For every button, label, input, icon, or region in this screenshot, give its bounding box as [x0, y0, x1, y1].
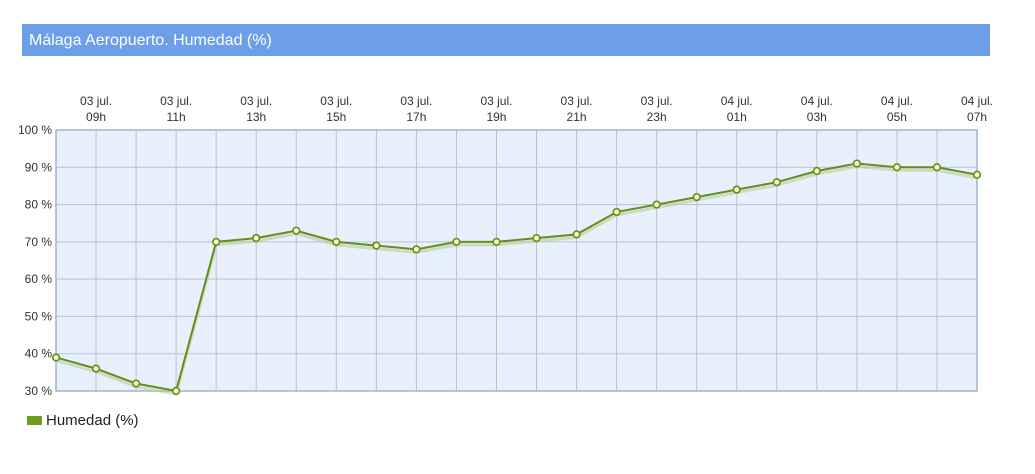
- humidity-line-chart: 03 jul. 09h 03 jul. 11h 03 jul. 13h 03 jul. 15h…: [18, 94, 993, 398]
- x-tick-label-date: 04 jul.: [881, 94, 913, 108]
- data-point: [452, 237, 461, 246]
- x-tick-label-hour: 07h: [967, 110, 987, 124]
- data-point: [932, 163, 942, 172]
- data-point: [852, 159, 861, 168]
- data-point: [131, 379, 141, 388]
- x-tick-label-date: 03 jul.: [641, 94, 673, 108]
- data-point: [652, 200, 661, 209]
- x-tick-label-date: 03 jul.: [480, 94, 512, 108]
- data-point: [732, 185, 741, 194]
- x-tick-label-date: 04 jul.: [961, 94, 993, 108]
- data-point: [172, 386, 181, 396]
- legend[interactable]: Humedad (%): [27, 412, 139, 429]
- data-point: [332, 237, 341, 246]
- y-tick-label: 90 %: [25, 160, 53, 174]
- y-tick-label: 40 %: [25, 347, 53, 361]
- x-tick-label-date: 03 jul.: [561, 94, 593, 108]
- x-tick-label-hour: 09h: [86, 110, 106, 124]
- data-point: [212, 237, 221, 246]
- data-point: [292, 226, 301, 235]
- x-tick-label-date: 03 jul.: [400, 94, 432, 108]
- legend-label: Humedad (%): [46, 412, 139, 429]
- x-tick-label-hour: 13h: [246, 110, 266, 124]
- x-tick-label-date: 03 jul.: [80, 94, 112, 108]
- x-tick-label-hour: 21h: [567, 110, 587, 124]
- y-tick-label: 60 %: [25, 272, 53, 286]
- data-point: [812, 166, 821, 176]
- y-tick-label: 100 %: [18, 123, 52, 137]
- x-tick-label-date: 04 jul.: [721, 94, 753, 108]
- y-tick-label: 50 %: [25, 309, 53, 323]
- data-point: [532, 234, 541, 243]
- x-tick-label-date: 03 jul.: [160, 94, 192, 108]
- x-tick-label-date: 03 jul.: [320, 94, 352, 108]
- x-tick-label-date: 03 jul.: [240, 94, 272, 108]
- data-point: [892, 163, 902, 172]
- x-tick-label-hour: 23h: [647, 110, 667, 124]
- data-point: [612, 207, 621, 217]
- x-axis-tick-labels: 03 jul. 09h 03 jul. 11h 03 jul. 13h 03 jul. 15h…: [80, 94, 993, 124]
- x-tick-label-date: 04 jul.: [801, 94, 833, 108]
- data-point: [492, 237, 501, 246]
- data-point: [91, 364, 101, 373]
- y-tick-label: 30 %: [25, 384, 53, 398]
- x-tick-label-hour: 17h: [406, 110, 426, 124]
- x-tick-label-hour: 11h: [167, 110, 186, 124]
- data-point: [412, 245, 421, 254]
- data-point: [252, 234, 261, 243]
- x-tick-label-hour: 03h: [807, 110, 827, 124]
- y-axis-tick-labels: 100 % 90 % 80 % 70 % 60 % 50 % 40 % 30 %: [18, 123, 52, 398]
- x-tick-label-hour: 15h: [326, 110, 346, 124]
- data-point: [692, 193, 701, 202]
- data-point: [972, 170, 982, 179]
- y-tick-label: 70 %: [25, 235, 53, 249]
- x-tick-label-hour: 05h: [887, 110, 907, 124]
- data-point: [772, 178, 781, 187]
- x-tick-label-hour: 01h: [727, 110, 747, 124]
- data-point: [51, 353, 61, 362]
- y-tick-label: 80 %: [25, 198, 53, 212]
- data-point: [572, 230, 581, 239]
- x-tick-label-hour: 19h: [486, 110, 506, 124]
- data-point: [372, 241, 381, 250]
- legend-swatch: [27, 416, 42, 425]
